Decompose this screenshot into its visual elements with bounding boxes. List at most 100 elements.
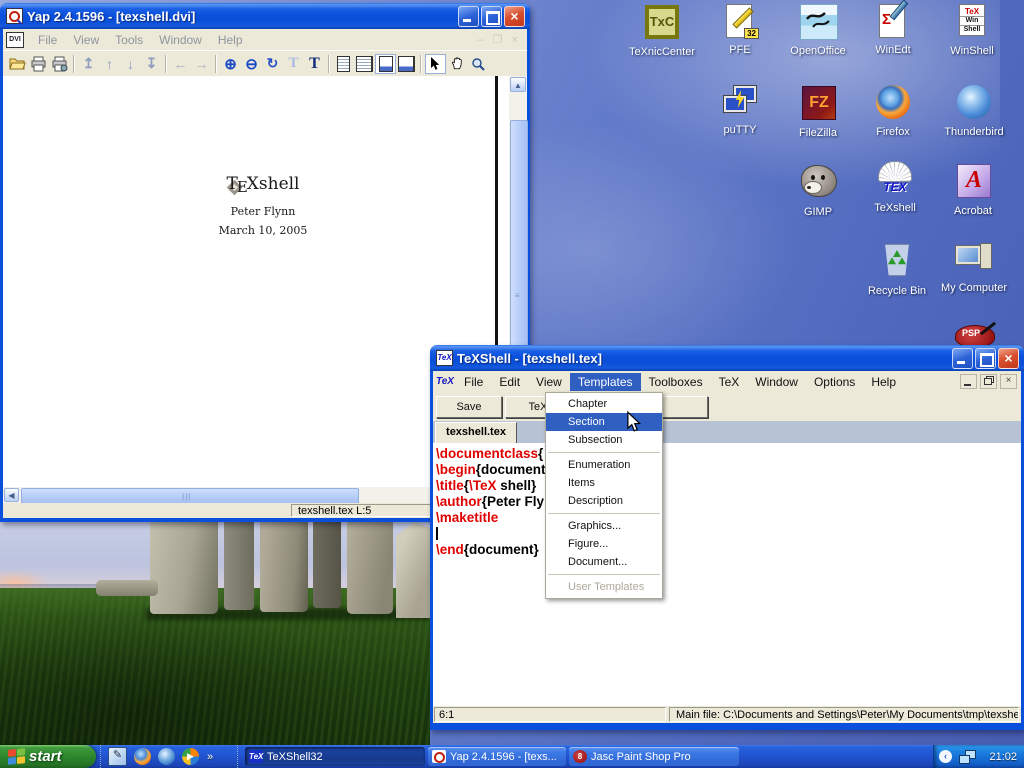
start-button[interactable]: start [0, 745, 96, 768]
menu-item-figure[interactable]: Figure... [546, 535, 662, 553]
view-facing-pages-icon[interactable] [354, 54, 375, 74]
menu-item-chapter[interactable]: Chapter [546, 395, 662, 413]
menu-item-graphics[interactable]: Graphics... [546, 517, 662, 535]
tab-texshell-tex[interactable]: texshell.tex [435, 422, 517, 445]
tray-collapse-chevron-icon[interactable]: ‹ [939, 750, 952, 763]
desktop-icon-recyclebin[interactable]: Recycle Bin [858, 241, 936, 297]
desktop-icon-texniccenter[interactable]: TxCTeXnicCenter [623, 3, 701, 58]
close-button[interactable]: × [504, 6, 525, 27]
thunderbird-icon [955, 85, 993, 123]
desktop-icon-texshell[interactable]: TEXTeXshell [856, 161, 934, 214]
close-button[interactable]: × [998, 348, 1019, 369]
desktop-icon-pfe[interactable]: 32PFE [701, 3, 779, 56]
desktop-icon-winshell[interactable]: TeXWinShellWinShell [933, 3, 1011, 57]
quick-launch-media-player-icon[interactable]: ▶ [182, 748, 199, 765]
network-status-icon[interactable] [958, 749, 976, 764]
view-page-layout-split-icon[interactable] [396, 54, 417, 74]
quick-launch-firefox-icon[interactable] [134, 748, 151, 765]
text-tool-icon[interactable]: T [304, 54, 325, 74]
menu-item-edit[interactable]: Edit [491, 373, 528, 391]
desktop-icon-mycomputer[interactable]: My Computer [935, 241, 1013, 294]
go-last-page-icon[interactable]: ↧ [141, 54, 162, 74]
menu-item-tex[interactable]: TeX [711, 373, 748, 391]
view-page-layout-icon[interactable] [375, 54, 396, 74]
zoom-out-icon[interactable]: ⊖ [241, 54, 262, 74]
go-previous-page-icon[interactable]: ↑ [99, 54, 120, 74]
firefox-icon [874, 85, 912, 123]
desktop-icon-filezilla[interactable]: FZFileZilla [779, 83, 857, 139]
magnifier-tool-icon[interactable] [467, 54, 488, 74]
desktop-icon-paint-shop-pro[interactable]: PSP [955, 325, 995, 347]
code-editor[interactable]: \documentclass{\begin{document}\title{\T… [433, 443, 1021, 706]
go-first-page-icon[interactable]: ↥ [78, 54, 99, 74]
mdi-close-button[interactable]: × [1000, 374, 1017, 389]
menu-item-window[interactable]: Window [151, 31, 210, 49]
mdi-minimize-button[interactable] [960, 374, 977, 389]
menu-item-document[interactable]: Document... [546, 553, 662, 571]
menu-item-view[interactable]: View [65, 31, 107, 49]
code-token: \TeX [469, 478, 497, 493]
menu-item-tools[interactable]: Tools [107, 31, 151, 49]
menu-item-subsection[interactable]: Subsection [546, 431, 662, 449]
menu-item-help[interactable]: Help [210, 31, 251, 49]
scroll-up-button[interactable]: ▲ [510, 77, 526, 92]
save-button[interactable]: Save [436, 396, 502, 418]
menu-item-options[interactable]: Options [806, 373, 863, 391]
desktop-icon-firefox[interactable]: Firefox [854, 83, 932, 138]
go-next-page-icon[interactable]: ↓ [120, 54, 141, 74]
winedt-icon: Σ [874, 3, 912, 41]
minimize-button[interactable] [952, 348, 973, 369]
menu-item-description[interactable]: Description [546, 492, 662, 510]
history-forward-icon[interactable]: → [191, 54, 212, 74]
text-caret [436, 527, 438, 540]
maximize-button[interactable] [481, 6, 502, 27]
desktop-icon-thunderbird[interactable]: Thunderbird [935, 83, 1013, 138]
menu-item-section[interactable]: Section [546, 413, 662, 431]
menu-item-items[interactable]: Items [546, 474, 662, 492]
mdi-restore-button[interactable] [980, 374, 997, 389]
open-file-icon[interactable] [7, 54, 28, 74]
editor-line: \begin{document} [436, 462, 1021, 478]
quick-launch-thunderbird-icon[interactable] [158, 748, 175, 765]
menu-item-view[interactable]: View [528, 373, 570, 391]
psp-task-icon: 8 [573, 750, 587, 763]
maximize-button[interactable] [975, 348, 996, 369]
view-single-page-icon[interactable] [333, 54, 354, 74]
texshell-titlebar[interactable]: TeX TeXShell - [texshell.tex] × [430, 345, 1024, 371]
taskbar-button-texshell[interactable]: TeXTeXShell32 [245, 747, 425, 766]
hand-tool-icon[interactable] [446, 54, 467, 74]
refresh-icon[interactable]: ↻ [262, 54, 283, 74]
desktop-icon-label: Thunderbird [935, 126, 1013, 138]
menu-item-file[interactable]: File [456, 373, 491, 391]
ruler-tool-icon[interactable]: T [283, 54, 304, 74]
menu-item-toolboxes[interactable]: Toolboxes [641, 373, 711, 391]
quick-launch-overflow-chevron[interactable]: » [207, 751, 213, 763]
menu-item-file[interactable]: File [30, 31, 65, 49]
desktop-icon-openoffice[interactable]: OpenOffice [779, 3, 857, 57]
desktop-icon-putty[interactable]: puTTY [701, 83, 779, 136]
select-tool-icon[interactable] [425, 54, 446, 74]
taskbar-clock[interactable]: 21:02 [989, 751, 1017, 763]
taskbar-button-psp[interactable]: 8Jasc Paint Shop Pro [569, 747, 739, 766]
code-token: {document} [476, 462, 551, 477]
print-icon[interactable] [28, 54, 49, 74]
menu-item-help[interactable]: Help [863, 373, 904, 391]
scroll-left-button[interactable]: ◀ [4, 488, 19, 502]
history-back-icon[interactable]: ← [170, 54, 191, 74]
yap-titlebar[interactable]: Yap 2.4.1596 - [texshell.dvi] × [0, 3, 530, 29]
menu-item-enumeration[interactable]: Enumeration [546, 456, 662, 474]
desktop-icon-gimp[interactable]: GIMP [779, 161, 857, 218]
minimize-button[interactable] [458, 6, 479, 27]
menu-item-templates[interactable]: Templates [570, 373, 641, 391]
desktop-icon-acrobat[interactable]: AAcrobat [934, 161, 1012, 217]
yap-menubar: DVI FileViewToolsWindowHelp – ❐ × [3, 29, 527, 50]
horizontal-scroll-thumb[interactable]: ||| [21, 488, 359, 504]
menu-item-window[interactable]: Window [747, 373, 806, 391]
zoom-in-icon[interactable]: ⊕ [220, 54, 241, 74]
print-setup-icon[interactable] [49, 54, 70, 74]
psp-icon-label: PSP [962, 328, 980, 338]
taskbar-button-yap[interactable]: Yap 2.4.1596 - [texs... [428, 747, 566, 766]
desktop-icon-winedt[interactable]: ΣWinEdt [854, 3, 932, 56]
quick-launch-show-desktop-icon[interactable]: ✎ [108, 747, 127, 766]
toolbar-separator [328, 55, 330, 73]
